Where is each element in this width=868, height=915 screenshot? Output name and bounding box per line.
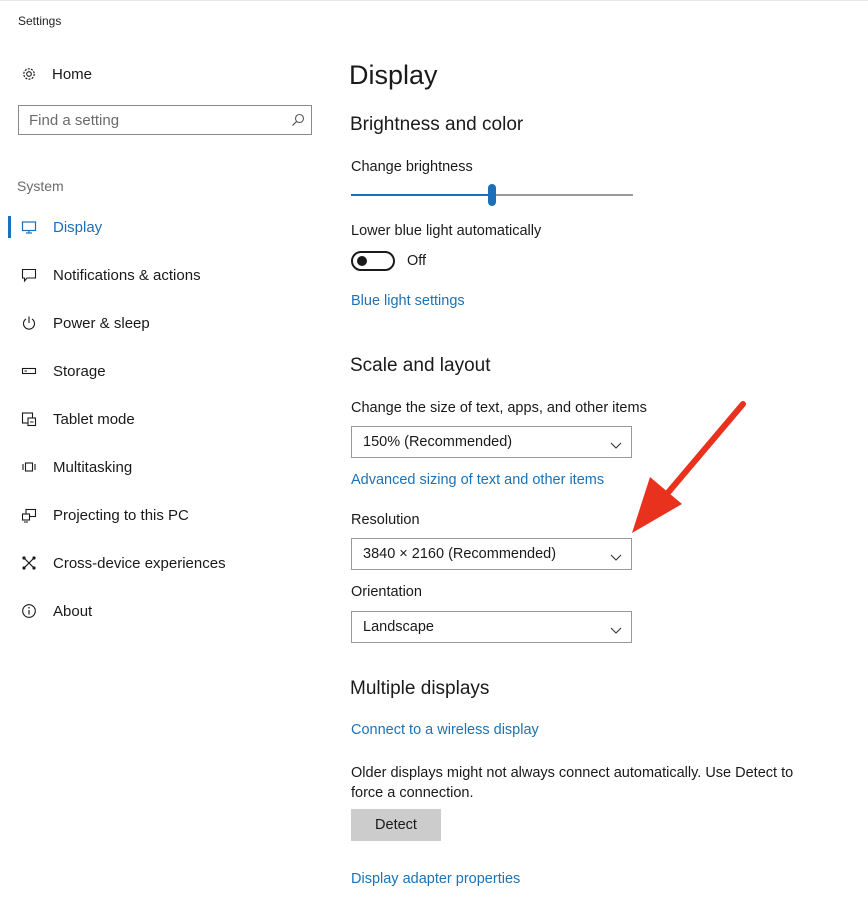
scale-dropdown[interactable]: 150% (Recommended) (351, 426, 632, 458)
orientation-dropdown[interactable]: Landscape (351, 611, 632, 643)
home-link[interactable]: Home (20, 62, 92, 86)
nav-group-system: System (17, 178, 64, 194)
message-icon (20, 266, 38, 284)
advanced-sizing-link[interactable]: Advanced sizing of text and other items (351, 472, 604, 488)
night-light-label: Lower blue light automatically (351, 223, 542, 239)
sidebar-item-multitasking[interactable]: Multitasking (20, 453, 132, 481)
sidebar-item-label: Cross-device experiences (53, 554, 226, 572)
section-heading-brightness: Brightness and color (350, 114, 524, 135)
info-icon (20, 602, 38, 620)
sidebar-item-tablet-mode[interactable]: Tablet mode (20, 405, 135, 433)
sidebar-item-label: Power & sleep (53, 314, 150, 332)
dropdown-value: Landscape (363, 619, 434, 635)
projecting-icon (20, 506, 38, 524)
blue-light-settings-link[interactable]: Blue light settings (351, 293, 465, 309)
detect-description: Older displays might not always connect … (351, 765, 794, 801)
storage-icon (20, 362, 38, 380)
sidebar-item-notifications[interactable]: Notifications & actions (20, 261, 201, 289)
sidebar-item-cross-device[interactable]: Cross-device experiences (20, 549, 226, 577)
chevron-down-icon (610, 549, 622, 561)
sidebar-item-about[interactable]: About (20, 597, 92, 625)
sidebar-item-power-sleep[interactable]: Power & sleep (20, 309, 150, 337)
annotation-arrow-icon (632, 401, 746, 533)
brightness-slider[interactable] (351, 184, 633, 208)
sidebar-item-label: Tablet mode (53, 410, 135, 428)
active-indicator (8, 216, 11, 238)
search-box[interactable] (18, 105, 312, 135)
toggle-state-label: Off (407, 253, 427, 269)
orientation-label: Orientation (351, 584, 422, 600)
monitor-icon (20, 218, 38, 236)
sidebar-item-label: Projecting to this PC (53, 506, 189, 524)
detect-button[interactable]: Detect (351, 809, 441, 841)
section-heading-scale: Scale and layout (350, 355, 491, 376)
tablet-mode-icon (20, 410, 38, 428)
sidebar-item-display[interactable]: Display (20, 213, 102, 241)
section-heading-multiple-displays: Multiple displays (350, 678, 490, 699)
home-label: Home (52, 65, 93, 83)
sidebar-item-projecting[interactable]: Projecting to this PC (20, 501, 189, 529)
gear-icon (20, 65, 38, 83)
resolution-dropdown[interactable]: 3840 × 2160 (Recommended) (351, 538, 632, 570)
slider-thumb[interactable] (488, 184, 496, 206)
window-title: Settings (18, 14, 62, 28)
brightness-label: Change brightness (351, 159, 473, 175)
sidebar-item-label: About (53, 602, 93, 620)
slider-track-filled (351, 194, 488, 196)
chevron-down-icon (610, 622, 622, 634)
toggle-knob (357, 256, 367, 266)
sidebar-item-label: Multitasking (53, 458, 133, 476)
cross-device-icon (20, 554, 38, 572)
display-adapter-properties-link[interactable]: Display adapter properties (351, 871, 520, 887)
sidebar-item-storage[interactable]: Storage (20, 357, 106, 385)
search-icon[interactable] (291, 113, 305, 127)
page-title: Display (349, 60, 438, 90)
search-input[interactable] (19, 106, 279, 134)
dropdown-value: 150% (Recommended) (363, 434, 513, 450)
wireless-display-link[interactable]: Connect to a wireless display (351, 722, 539, 738)
dropdown-value: 3840 × 2160 (Recommended) (363, 546, 557, 562)
window-top-border (0, 0, 868, 1)
power-icon (20, 314, 38, 332)
multitasking-icon (20, 458, 38, 476)
sidebar-item-label: Display (53, 218, 103, 236)
sidebar-item-label: Notifications & actions (53, 266, 201, 284)
sidebar-item-label: Storage (53, 362, 106, 380)
resolution-label: Resolution (351, 512, 420, 528)
night-light-toggle[interactable] (351, 251, 395, 271)
slider-track-remaining (496, 194, 633, 196)
